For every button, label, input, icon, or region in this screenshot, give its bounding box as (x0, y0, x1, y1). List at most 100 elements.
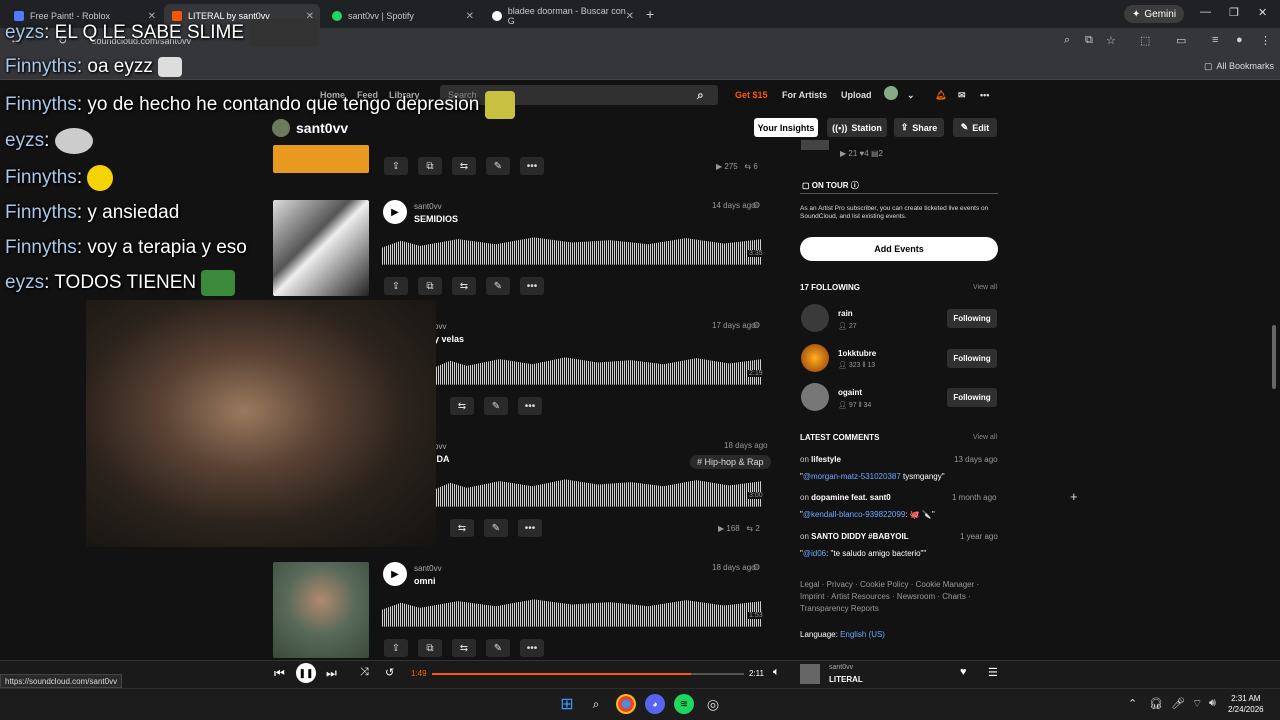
play-button[interactable]: ▶ (383, 562, 407, 586)
share-icon[interactable]: ⇪ (384, 157, 408, 175)
pause-button[interactable]: ❚❚ (296, 663, 316, 683)
pencil-icon[interactable]: ✎ (484, 519, 508, 537)
view-all-comments-link[interactable]: View all (973, 434, 997, 441)
headphones-icon[interactable]: 🎧︎ (1149, 697, 1163, 710)
footer-links-1[interactable]: Legal · Privacy · Cookie Policy · Cookie… (800, 580, 979, 589)
cast-icon[interactable]: ⧉ (1085, 34, 1093, 47)
microphone-icon[interactable]: 🎤︎ (1171, 697, 1185, 710)
tab-spotify[interactable]: sant0vv | Spotify ✕ (324, 4, 480, 28)
bell-icon[interactable]: 🔔︎ (935, 90, 946, 101)
close-icon[interactable]: ✕ (626, 11, 634, 22)
view-all-following-link[interactable]: View all (973, 284, 997, 291)
waveform[interactable] (382, 599, 762, 627)
for-artists-link[interactable]: For Artists (782, 90, 827, 100)
footer-links-2[interactable]: Imprint · Artist Resources · Newsroom · … (800, 592, 971, 601)
nav-library[interactable]: Library (389, 90, 420, 100)
pencil-icon[interactable]: ✎ (484, 397, 508, 415)
profile-avatar[interactable]: ● (1236, 34, 1243, 46)
next-icon[interactable]: ⏭ (326, 666, 337, 681)
like-heart-icon[interactable]: ♥ (960, 666, 967, 678)
gemini-button[interactable]: ✦ Gemini (1124, 5, 1185, 23)
tab-roblox[interactable]: Free Paint! - Roblox ✕ (6, 4, 162, 28)
comment-track[interactable]: dopamine feat. sant0 (811, 493, 891, 502)
following-name[interactable]: rain (838, 309, 853, 318)
following-button[interactable]: Following (947, 309, 997, 328)
waveform[interactable] (434, 479, 762, 507)
discord-icon[interactable]: ◕ (645, 694, 665, 714)
following-button[interactable]: Following (947, 388, 997, 407)
chrome-icon[interactable] (616, 694, 636, 714)
pencil-icon[interactable]: ✎ (486, 639, 510, 657)
share-icon[interactable]: ⇪ (384, 277, 408, 295)
repost-icon[interactable]: ⇆ (452, 157, 476, 175)
close-icon[interactable]: ✕ (306, 11, 314, 22)
waveform[interactable] (382, 237, 762, 265)
footer-links-3[interactable]: Transparency Reports (800, 604, 879, 613)
language-link[interactable]: English (US) (840, 630, 885, 639)
upload-link[interactable]: Upload (841, 90, 872, 100)
system-clock[interactable]: 2:31 AM 2/24/2026 (1228, 693, 1264, 715)
spotify-icon[interactable]: ≋ (674, 694, 694, 714)
avatar[interactable] (801, 383, 829, 411)
pencil-icon[interactable]: ✎ (486, 277, 510, 295)
track-artist[interactable]: sant0vv (414, 202, 442, 211)
avatar[interactable] (801, 344, 829, 372)
reload-icon[interactable]: ↻ (58, 34, 67, 47)
track-artwork[interactable] (273, 200, 369, 296)
add-events-button[interactable]: Add Events (800, 237, 998, 261)
comment-user[interactable]: @morgan-matz-531020387 (803, 472, 901, 481)
share-icon[interactable]: ⇪ (384, 639, 408, 657)
extensions-icon[interactable]: ⬚ (1140, 34, 1150, 47)
close-icon[interactable]: ✕ (148, 11, 156, 22)
track-thumbnail[interactable] (801, 140, 829, 150)
following-button[interactable]: Following (947, 349, 997, 368)
copy-icon[interactable]: ⧉ (418, 157, 442, 175)
nav-home[interactable]: Home (320, 90, 345, 100)
comment-track[interactable]: lifestyle (811, 455, 841, 464)
nav-feed[interactable]: Feed (357, 90, 378, 100)
repost-icon[interactable]: ⇆ (450, 397, 474, 415)
get15-link[interactable]: Get $15 (735, 90, 768, 100)
genre-tag[interactable]: # Hip-hop & Rap (690, 455, 771, 469)
more-icon[interactable]: ••• (520, 639, 544, 657)
track-title[interactable]: omni (414, 576, 436, 586)
menu-icon[interactable]: ⋮ (1260, 34, 1271, 47)
tab-google[interactable]: bladee doorman - Buscar con G ✕ (484, 4, 640, 28)
scrollbar[interactable] (1272, 325, 1276, 389)
more-icon[interactable]: ••• (980, 90, 989, 100)
previous-icon[interactable]: ⏮ (274, 666, 285, 681)
pencil-icon[interactable]: ✎ (486, 157, 510, 175)
comment-track[interactable]: SANTO DIDDY #BABYOIL (811, 532, 909, 541)
your-insights-button[interactable]: Your Insights (754, 118, 818, 137)
windows-start-icon[interactable]: ⊞ (557, 694, 577, 714)
speaker-icon[interactable]: 🔊︎ (1209, 697, 1216, 710)
url-field[interactable]: soundcloud.com/sant0vv (92, 32, 322, 50)
more-icon[interactable]: ••• (518, 397, 542, 415)
station-button[interactable]: ((•)) Station (827, 118, 887, 137)
chevron-down-icon[interactable]: ⌄ (907, 90, 915, 101)
copy-icon[interactable]: ⧉ (418, 639, 442, 657)
repeat-icon[interactable]: ↺ (385, 666, 394, 679)
following-name[interactable]: ogaint (838, 388, 862, 397)
all-bookmarks-button[interactable]: ▢ All Bookmarks (1204, 61, 1274, 72)
bookmark-star-icon[interactable]: ☆ (1106, 34, 1116, 47)
now-playing-artwork[interactable] (800, 664, 820, 684)
track-artist[interactable]: sant0vv (414, 564, 442, 573)
play-button[interactable]: ▶ (383, 200, 407, 224)
track-title[interactable]: y velas (434, 334, 464, 344)
following-name[interactable]: 1okktubre (838, 349, 876, 358)
new-tab-button[interactable]: + (646, 6, 654, 22)
share-button[interactable]: ⇪ Share (894, 118, 944, 137)
close-window-icon[interactable]: ✕ (1258, 6, 1267, 19)
sidepanel-icon[interactable]: ▭ (1176, 34, 1186, 47)
wifi-icon[interactable]: ⌔ (1192, 697, 1202, 711)
track-title[interactable]: IDA (434, 454, 450, 464)
edit-button[interactable]: ✎ Edit (953, 118, 997, 137)
comment-user[interactable]: @id06 (803, 549, 826, 558)
user-avatar[interactable] (884, 86, 898, 100)
waveform[interactable] (434, 357, 762, 385)
more-icon[interactable]: ••• (518, 519, 542, 537)
repost-icon[interactable]: ⇆ (452, 277, 476, 295)
progress-bar[interactable] (432, 673, 744, 675)
track-title[interactable]: SEMIDIOS (414, 214, 458, 224)
